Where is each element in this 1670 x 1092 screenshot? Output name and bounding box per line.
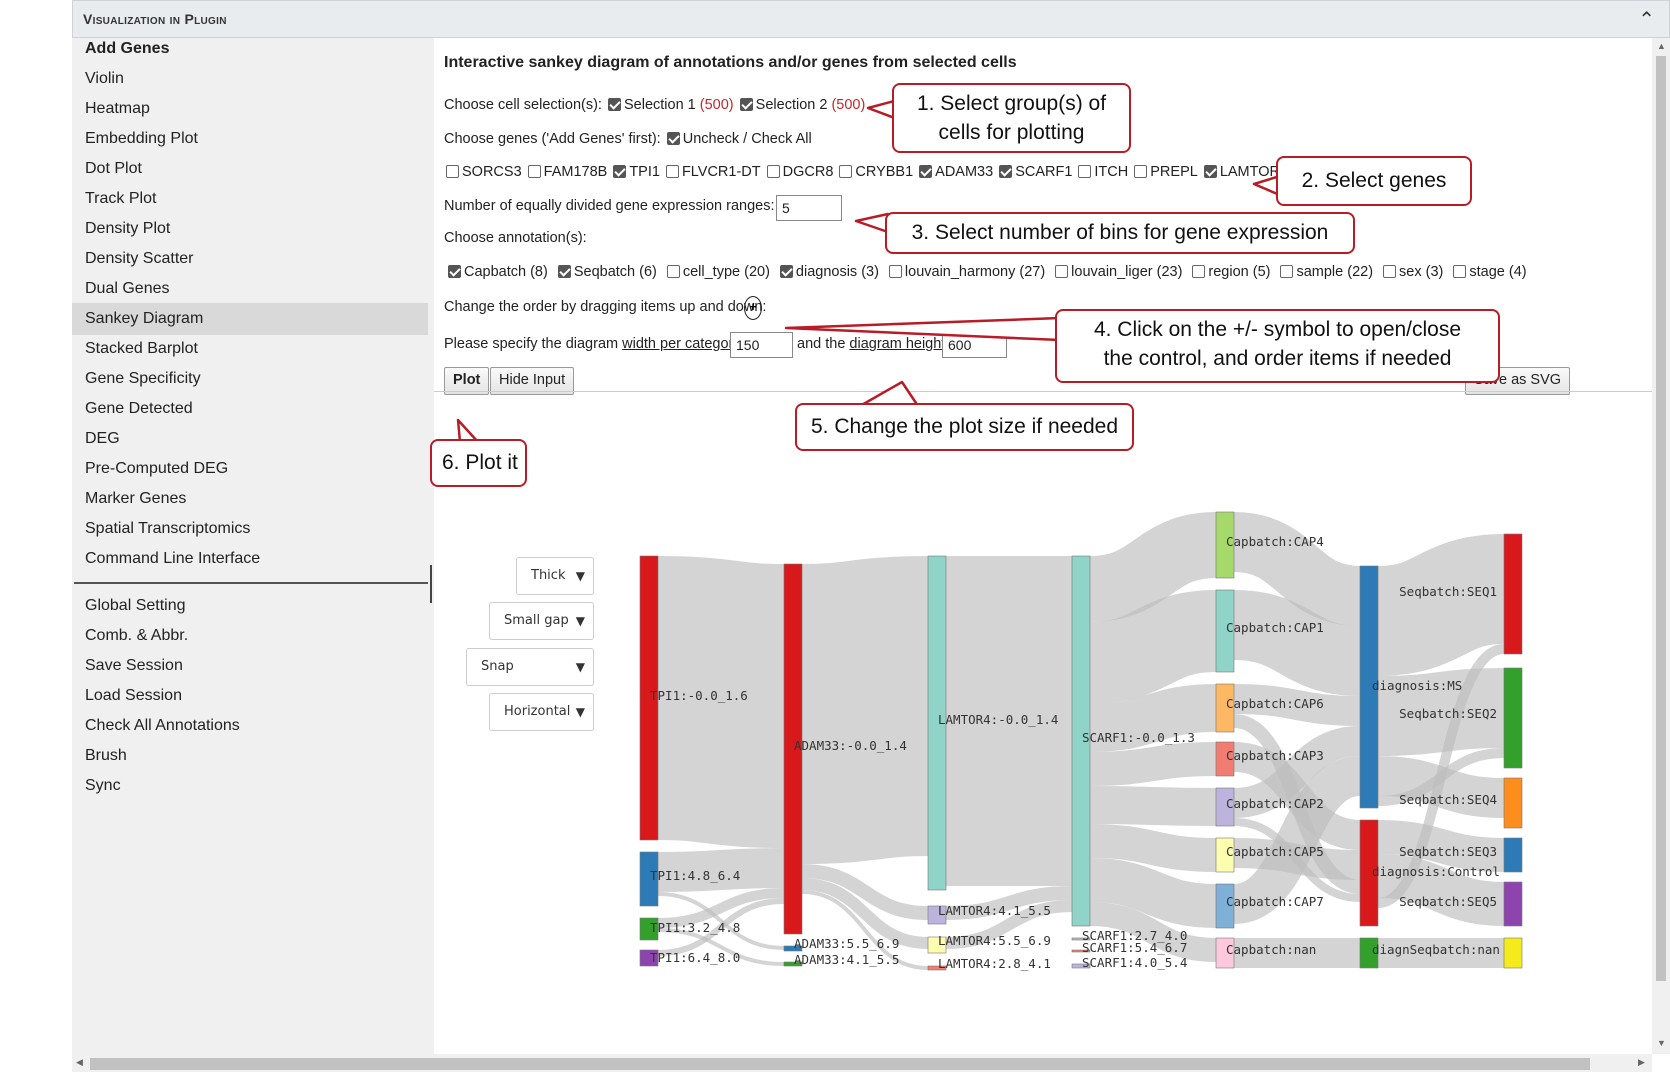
vertical-scroll-thumb[interactable] <box>1656 56 1666 981</box>
sankey-node[interactable] <box>1503 937 1523 969</box>
sankey-link <box>1089 824 1217 872</box>
sankey-node-label: TPI1:4.8_6.4 <box>650 868 740 883</box>
sankey-node-label: Capbatch:CAP5 <box>1226 844 1324 859</box>
sankey-node-label: diagnosis:MS <box>1372 678 1462 693</box>
sankey-node-label: TPI1:6.4_8.0 <box>650 950 740 965</box>
sankey-node[interactable] <box>1503 837 1523 873</box>
sankey-node-label: ADAM33:-0.0_1.4 <box>794 738 907 753</box>
sankey-link <box>1089 684 1217 752</box>
sankey-node-label: Seqbatch:SEQ4 <box>1399 792 1497 807</box>
sankey-node-label: diagnosis:Control <box>1372 864 1500 879</box>
callout-4-line-1: 4. Click on the +/- symbol to open/close <box>1093 318 1462 341</box>
sankey-link <box>1088 512 1218 622</box>
sankey-node-label: LAMTOR4:4.1_5.5 <box>938 903 1051 918</box>
sankey-node-label: Capbatch:CAP7 <box>1226 894 1324 909</box>
sankey-node-label: Capbatch:CAP2 <box>1226 796 1324 811</box>
sankey-node-label: Capbatch:CAP3 <box>1226 748 1324 763</box>
sankey-node-label: LAMTOR4:2.8_4.1 <box>938 956 1051 971</box>
sankey-node-label: Seqbatch:SEQ1 <box>1399 584 1497 599</box>
callout-1-line-1: 1. Select group(s) of <box>916 92 1107 115</box>
sankey-node-label: Seqbatch:SEQ3 <box>1399 844 1497 859</box>
callout-plot-it: 6. Plot it <box>430 439 527 487</box>
sankey-node-label: Capbatch:CAP1 <box>1226 620 1324 635</box>
scroll-left-icon[interactable]: ◀ <box>76 1057 83 1068</box>
callout-plot-size: 5. Change the plot size if needed <box>795 403 1134 451</box>
sankey-node-label: TPI1:-0.0_1.6 <box>650 688 748 703</box>
sankey-node-label: ADAM33:4.1_5.5 <box>794 952 899 967</box>
sankey-node-label: ADAM33:5.5_6.9 <box>794 936 899 951</box>
sankey-node-label: SCARF1:5.4_6.7 <box>1082 940 1187 955</box>
sankey-node-label: diagnSeqbatch:nan <box>1372 942 1500 957</box>
sankey-node-label: LAMTOR4:5.5_6.9 <box>938 933 1051 948</box>
sankey-node[interactable] <box>1503 777 1523 829</box>
sankey-node-label: SCARF1:4.0_5.4 <box>1082 955 1187 970</box>
horizontal-scroll-thumb[interactable] <box>90 1058 1590 1070</box>
callout-order-items: 4. Click on the +/- symbol to open/close… <box>1055 309 1500 383</box>
scroll-right-icon[interactable]: ▶ <box>1638 1057 1645 1068</box>
sankey-link <box>800 556 930 864</box>
callout-select-genes: 2. Select genes <box>1276 156 1472 206</box>
sankey-link <box>1088 590 1218 704</box>
sankey-node-label: Seqbatch:SEQ2 <box>1399 706 1497 721</box>
sankey-node[interactable] <box>1503 667 1523 769</box>
scroll-up-icon[interactable]: ▲ <box>1657 41 1666 51</box>
sankey-link <box>1089 858 1217 928</box>
sankey-node-label: LAMTOR4:-0.0_1.4 <box>938 712 1058 727</box>
sankey-node-label: Capbatch:CAP6 <box>1226 696 1324 711</box>
sankey-node-label: TPI1:3.2_4.8 <box>650 920 740 935</box>
sankey-node[interactable] <box>1503 881 1523 927</box>
callout-select-bins: 3. Select number of bins for gene expres… <box>885 212 1355 254</box>
callout-1-line-2: cells for plotting <box>938 121 1085 144</box>
scroll-down-icon[interactable]: ▼ <box>1657 1038 1666 1048</box>
horizontal-scrollbar[interactable]: ◀ ▶ <box>72 1054 1652 1072</box>
callout-4-line-2: the control, and order items if needed <box>1103 347 1452 370</box>
callout-select-groups: 1. Select group(s) of cells for plotting <box>892 83 1131 153</box>
sankey-link <box>1232 512 1362 626</box>
vertical-scrollbar[interactable]: ▲ ▼ <box>1652 38 1670 1054</box>
sankey-node-label: SCARF1:-0.0_1.3 <box>1082 730 1195 745</box>
sankey-link <box>1089 786 1217 826</box>
sankey-node-label: Capbatch:nan <box>1226 942 1316 957</box>
sankey-link <box>1089 742 1217 786</box>
sankey-node[interactable] <box>1503 533 1523 655</box>
sankey-node-label: Capbatch:CAP4 <box>1226 534 1324 549</box>
sankey-node-label: Seqbatch:SEQ5 <box>1399 894 1497 909</box>
